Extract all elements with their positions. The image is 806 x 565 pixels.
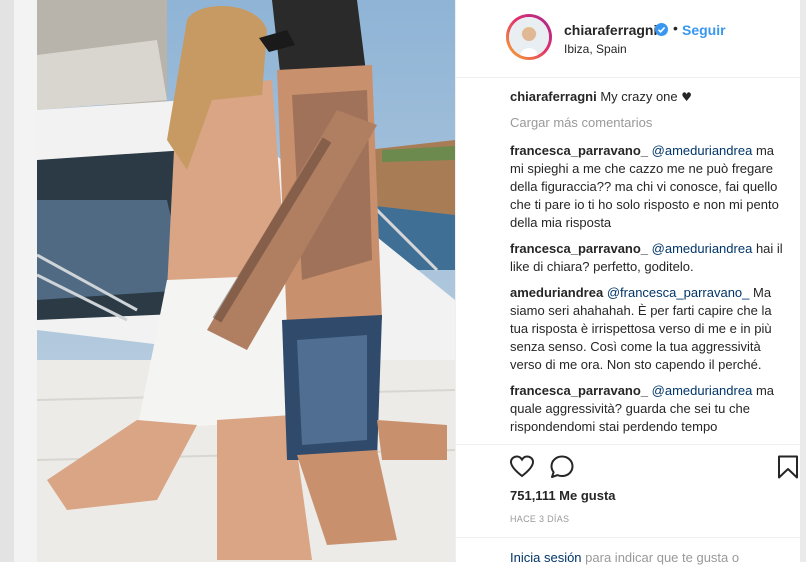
comment-username[interactable]: francesca_parravano_ [510,143,648,158]
post-header: chiaraferragni • Seguir Ibiza, Spain [456,0,800,78]
post-location[interactable]: Ibiza, Spain [564,42,627,56]
comment-username[interactable]: francesca_parravano_ [510,241,648,256]
caption-text: My crazy one [600,89,678,104]
follow-button[interactable]: Seguir [682,22,726,38]
verified-check-icon [655,23,668,36]
heart-outline-icon [509,455,535,478]
panel-divider [455,0,456,562]
caption-username[interactable]: chiaraferragni [510,89,597,104]
background-strip [0,0,37,562]
avatar[interactable] [506,14,552,60]
comment-username[interactable]: ameduriandrea [510,285,603,300]
avatar-image [509,17,549,57]
comment-item: francesca_parravano_ @ameduriandrea ma q… [510,382,790,436]
login-prompt: Inicia sesión para indicar que te gusta … [510,550,739,565]
comment-item: francesca_parravano_ @ameduriandrea hai … [510,240,790,276]
comment-item: francesca_parravano_ @ameduriandrea ma m… [510,142,790,232]
comment-bubble-icon [550,455,574,478]
caption: chiaraferragni My crazy one ♥ [510,88,790,106]
likes-count[interactable]: 751,111 Me gusta [510,488,616,503]
comment-mention[interactable]: @francesca_parravano_ [607,285,750,300]
save-button[interactable] [775,454,801,480]
comment-button[interactable] [549,454,575,480]
login-link[interactable]: Inicia sesión [510,550,582,565]
comment-username[interactable]: francesca_parravano_ [510,383,648,398]
load-more-comments-button[interactable]: Cargar más comentarios [510,114,790,132]
login-prompt-text: para indicar que te gusta o [585,550,740,565]
comment-item: ameduriandrea @francesca_parravano_ Ma s… [510,284,790,374]
photo-illustration [37,0,455,562]
post-photo[interactable] [37,0,455,562]
header-username[interactable]: chiaraferragni [564,22,657,38]
heart-emoji: ♥ [681,90,693,104]
header-separator: • [673,20,678,36]
bookmark-icon [778,455,798,479]
comments-list[interactable]: chiaraferragni My crazy one ♥ Cargar más… [510,88,790,442]
comment-mention[interactable]: @ameduriandrea [652,383,753,398]
post-timestamp[interactable]: HACE 3 DÍAS [510,514,569,524]
actions-divider [456,444,800,445]
login-divider [456,537,800,538]
like-button[interactable] [509,454,535,480]
comment-mention[interactable]: @ameduriandrea [652,143,753,158]
comment-mention[interactable]: @ameduriandrea [652,241,753,256]
